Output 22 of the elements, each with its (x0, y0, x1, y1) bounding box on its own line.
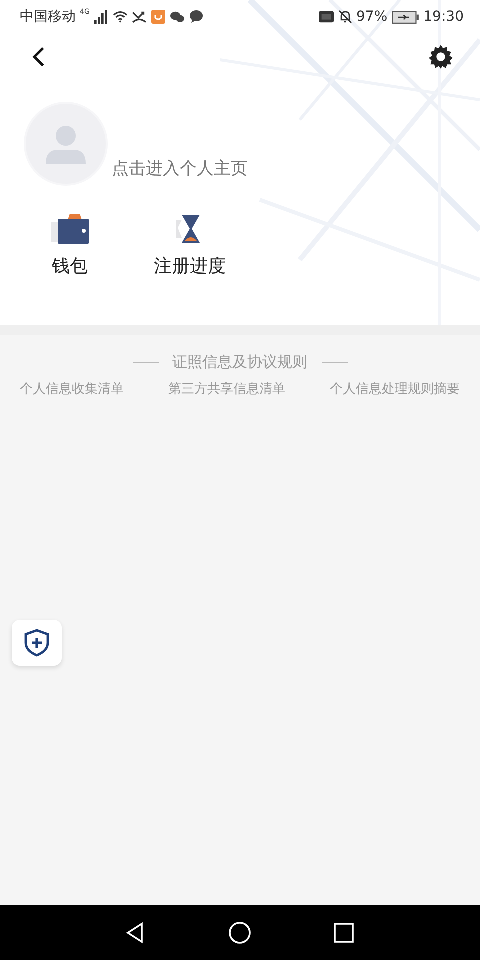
mute-bell-icon (338, 10, 353, 24)
shield-plus-icon (24, 629, 50, 657)
signal-icon (94, 10, 109, 24)
section-title: 证照信息及协议规则 (172, 353, 308, 372)
missed-call-icon (132, 10, 147, 24)
carrier-name: 中国移动 (20, 8, 76, 26)
shortcut-label[interactable]: 注册进度 (154, 254, 226, 278)
shortcut-label[interactable]: 钱包 (52, 254, 88, 278)
wifi-icon (112, 10, 128, 24)
policy-link[interactable]: 第三方共享信息清单 (168, 380, 286, 398)
home-nav-icon[interactable] (228, 920, 252, 944)
policy-link[interactable]: 个人信息收集清单 (20, 380, 124, 398)
message-icon (188, 10, 204, 24)
profile-link[interactable]: 点击进入个人主页 (112, 157, 248, 186)
recents-nav-icon[interactable] (332, 920, 356, 944)
security-button[interactable] (12, 620, 62, 666)
settings-icon[interactable] (428, 44, 454, 70)
policy-link[interactable]: 个人信息处理规则摘要 (330, 380, 460, 398)
clock-time: 19:30 (424, 9, 464, 25)
battery-icon (392, 10, 420, 24)
chat-app-icon (170, 10, 185, 24)
battery-percent: 97% (356, 9, 388, 25)
